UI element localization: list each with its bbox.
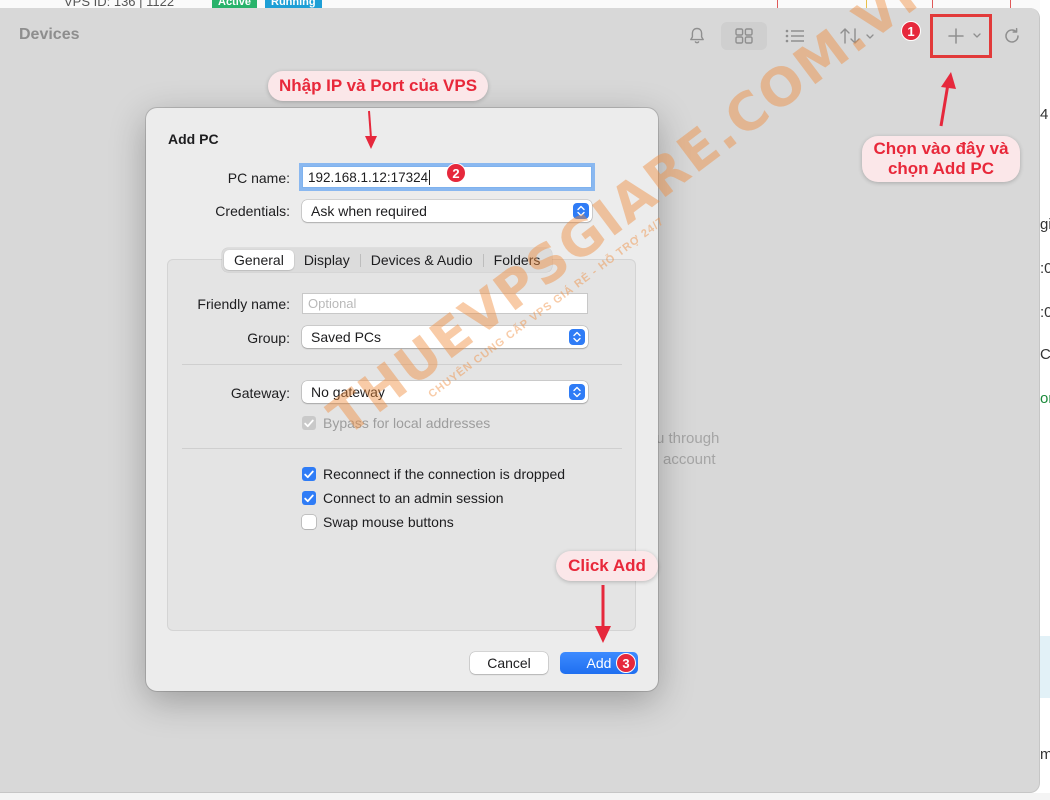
callout-line: chọn Add PC [887,159,995,178]
credentials-label: Credentials: [215,203,290,219]
checkmark-icon [302,416,316,430]
step-badge: 2 [446,163,466,183]
divider [182,364,622,365]
gateway-label: Gateway: [230,385,290,401]
credentials-select[interactable]: Ask when required [302,200,592,222]
empty-state-text: account [663,451,716,468]
pc-name-value: 192.168.1.12:17324 [308,169,429,185]
highlight-box [930,14,992,58]
cancel-button[interactable]: Cancel [470,652,548,674]
background-text: C [1040,346,1050,363]
checkmark-icon [302,491,316,505]
group-label: Group: [247,330,290,346]
credentials-value: Ask when required [311,203,427,219]
list-view-icon[interactable] [780,22,810,50]
group-select[interactable]: Saved PCs [302,326,588,348]
background-page-right: 4 gi :0 :0 C on m [1040,0,1050,800]
background-text: m [1040,746,1050,763]
window-title: Devices [19,26,80,43]
popup-chevron-icon [573,203,589,219]
tab-general[interactable]: General [224,250,294,270]
refresh-icon[interactable] [1000,22,1024,50]
callout-click-add: Click Add [556,551,658,581]
background-text: :0 [1040,260,1050,277]
background-tile [1040,636,1050,698]
swap-mouse-label: Swap mouse buttons [323,514,454,530]
background-page-footer [0,793,1050,800]
gateway-value: No gateway [311,384,385,400]
tab-devices-audio[interactable]: Devices & Audio [361,250,483,270]
group-value: Saved PCs [311,329,382,345]
bell-icon[interactable] [686,22,708,50]
text-caret [429,169,431,185]
window-toolbar: Devices [0,8,1039,64]
settings-tabs: General Display Devices & Audio Folders [222,248,553,272]
pc-name-label: PC name: [227,170,290,186]
background-text: on [1040,390,1050,407]
background-text: :0 [1040,304,1050,321]
empty-checkbox-icon [302,515,316,529]
gateway-select[interactable]: No gateway [302,381,588,403]
friendly-name-field[interactable]: Optional [302,293,588,314]
callout-add-pc: Chọn vào đây và chọn Add PC [862,136,1020,182]
dialog-title: Add PC [168,131,219,147]
callout-enter-ip: Nhập IP và Port của VPS [268,71,488,101]
popup-chevron-icon [569,384,585,400]
tab-folders[interactable]: Folders [484,250,551,270]
checkmark-icon [302,467,316,481]
step-badge: 3 [616,653,636,673]
callout-line: Chọn vào đây và [873,139,1009,158]
admin-session-checkbox[interactable]: Connect to an admin session [302,490,504,506]
popup-chevron-icon [569,329,585,345]
bypass-local-label: Bypass for local addresses [323,415,491,431]
reconnect-checkbox[interactable]: Reconnect if the connection is dropped [302,466,565,482]
friendly-name-label: Friendly name: [197,296,290,312]
bypass-local-checkbox[interactable]: Bypass for local addresses [302,415,490,431]
reconnect-label: Reconnect if the connection is dropped [323,466,566,482]
background-text: gi [1040,216,1050,233]
tab-display[interactable]: Display [294,250,360,270]
sort-icon[interactable] [834,22,880,50]
swap-mouse-checkbox[interactable]: Swap mouse buttons [302,514,454,530]
background-text: 4 [1040,106,1049,123]
step-badge: 1 [901,21,921,41]
add-pc-dialog: Add PC PC name: 192.168.1.12:17324 Crede… [146,108,658,691]
admin-session-label: Connect to an admin session [323,490,504,506]
divider [182,448,622,449]
grid-view-icon[interactable] [721,22,767,50]
empty-state-text: u through [656,430,720,447]
